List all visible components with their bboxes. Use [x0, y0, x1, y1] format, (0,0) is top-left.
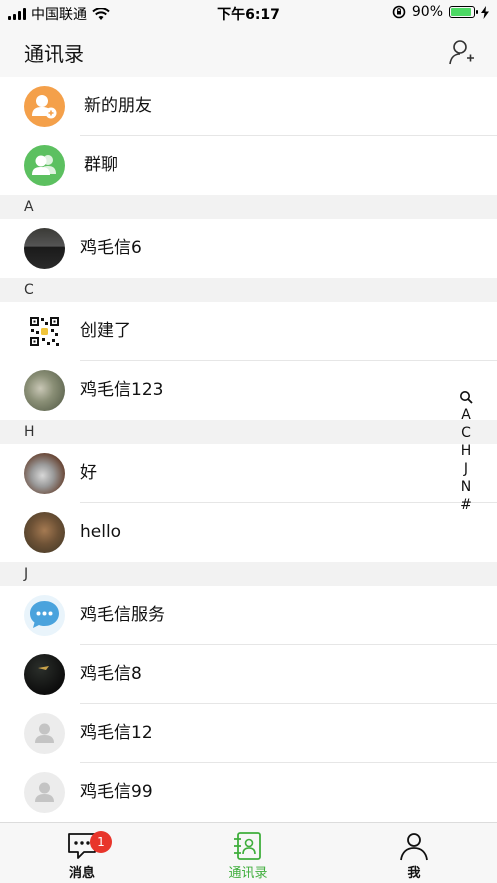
- contact-row[interactable]: 好: [0, 444, 497, 503]
- alphabet-index-bar[interactable]: A C H J N #: [456, 388, 476, 514]
- chat-bubble-avatar: [24, 595, 65, 636]
- page-title: 通讯录: [24, 42, 84, 66]
- tab-messages[interactable]: 消息 1: [22, 823, 142, 883]
- section-header-j: J: [0, 562, 497, 586]
- index-letter-c[interactable]: C: [456, 424, 476, 442]
- tab-contacts-label: 通讯录: [228, 866, 268, 881]
- contact-row[interactable]: 创建了: [0, 302, 497, 361]
- add-contact-icon[interactable]: [447, 38, 475, 66]
- contact-row[interactable]: 鸡毛信99: [0, 763, 497, 822]
- battery-icon: [449, 6, 478, 18]
- contact-row[interactable]: 鸡毛信8: [0, 645, 497, 704]
- index-letter-j[interactable]: J: [456, 460, 476, 478]
- navigation-bar: 通讯录: [0, 26, 497, 77]
- profile-icon: [400, 833, 428, 861]
- contact-list: 新的朋友 群聊 A 鸡毛信6 C 创建了 鸡毛信123 H 好 hello J …: [0, 77, 497, 822]
- index-letter-a[interactable]: A: [456, 406, 476, 424]
- contact-name: 鸡毛信6: [80, 238, 142, 258]
- new-friends-label: 新的朋友: [84, 96, 152, 116]
- contact-row[interactable]: 鸡毛信6: [0, 219, 497, 278]
- search-icon[interactable]: [456, 388, 476, 406]
- unread-badge: 1: [90, 831, 112, 853]
- contact-row[interactable]: 鸡毛信服务: [0, 586, 497, 645]
- contact-name: 鸡毛信123: [80, 380, 164, 400]
- contact-row[interactable]: 鸡毛信123: [0, 361, 497, 420]
- group-chat-label: 群聊: [84, 155, 118, 175]
- index-letter-hash[interactable]: #: [456, 496, 476, 514]
- contact-row[interactable]: hello: [0, 503, 497, 562]
- contact-name: hello: [80, 522, 122, 542]
- avatar: [24, 512, 65, 553]
- section-header-c: C: [0, 278, 497, 302]
- contact-name: 鸡毛信服务: [80, 605, 165, 625]
- cat-avatar: [24, 453, 65, 494]
- group-chat-item[interactable]: 群聊: [0, 136, 497, 195]
- rotation-lock-icon: [392, 5, 406, 19]
- index-letter-h[interactable]: H: [456, 442, 476, 460]
- tab-bar: 消息 1 通讯录 我: [0, 822, 497, 883]
- new-friends-item[interactable]: 新的朋友: [0, 77, 497, 136]
- tab-profile[interactable]: 我: [354, 823, 474, 883]
- group-chat-icon: [24, 145, 65, 186]
- contact-name: 好: [80, 463, 97, 483]
- qr-code-avatar: [24, 311, 65, 352]
- section-header-h: H: [0, 420, 497, 444]
- tab-messages-label: 消息: [68, 866, 95, 881]
- new-friend-icon: [24, 86, 65, 127]
- contact-name: 鸡毛信99: [80, 782, 153, 802]
- avatar: [24, 228, 65, 269]
- contact-name: 鸡毛信8: [80, 664, 142, 684]
- contact-name: 鸡毛信12: [80, 723, 153, 743]
- status-right: 90%: [392, 4, 489, 20]
- section-header-a: A: [0, 195, 497, 219]
- battery-percent: 90%: [411, 4, 443, 20]
- contacts-icon: [234, 832, 261, 860]
- tab-profile-label: 我: [407, 866, 421, 881]
- avatar: [24, 654, 65, 695]
- default-avatar-icon: [24, 772, 65, 813]
- avatar: [24, 370, 65, 411]
- contact-row[interactable]: 鸡毛信12: [0, 704, 497, 763]
- charging-icon: [481, 5, 489, 19]
- index-letter-n[interactable]: N: [456, 478, 476, 496]
- default-avatar-icon: [24, 713, 65, 754]
- status-bar: 中国联通 下午6:17 90%: [0, 0, 497, 26]
- contact-name: 创建了: [80, 321, 131, 341]
- tab-contacts[interactable]: 通讯录: [188, 823, 308, 883]
